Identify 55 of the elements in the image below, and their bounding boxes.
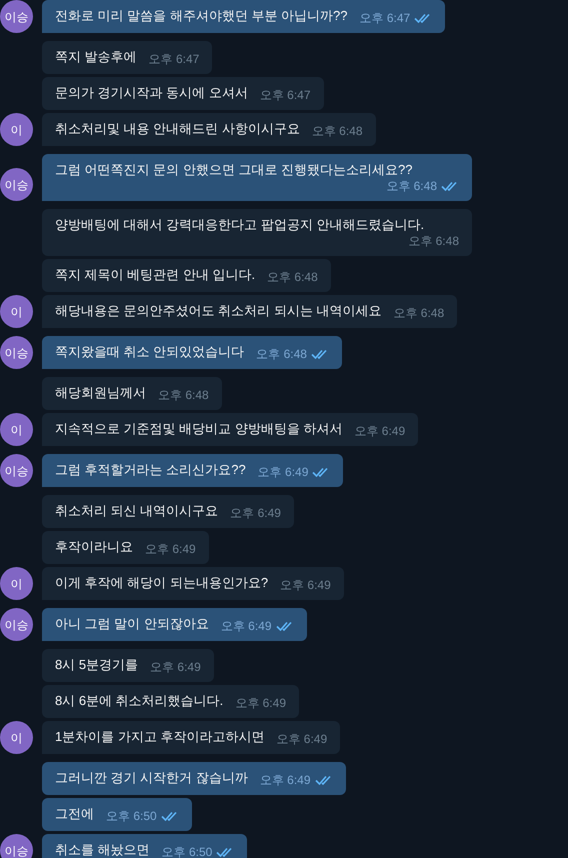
message-text: 아니 그럼 말이 안되잖아요 [55,615,209,633]
avatar[interactable]: 이 [0,295,33,328]
message-time: 오후 6:49 [276,732,328,746]
message-text: 취소를 해놨으면 [55,841,150,858]
message-text: 그러니깐 경기 시작한거 잖습니까 [55,769,248,787]
message-time: 오후 6:49 [150,660,201,674]
message-time: 오후 6:50 [106,809,157,823]
message-time: 오후 6:48 [408,234,459,248]
message-time: 오후 6:49 [258,465,308,479]
message-time: 오후 6:48 [386,179,437,193]
message-text: 문의가 경기시작과 동시에 오셔서 [55,84,248,102]
message-text: 후작이라니요 [55,538,133,556]
message-time: 오후 6:48 [312,124,363,138]
message-time: 오후 6:48 [267,270,318,284]
message-time: 오후 6:49 [230,506,281,520]
message-time: 오후 6:50 [162,845,212,858]
message-time: 오후 6:49 [354,424,406,438]
avatar[interactable]: 이 [0,113,33,146]
message-time: 오후 6:47 [360,11,410,25]
avatar[interactable]: 이 [0,567,33,600]
message-text: 양방배팅에 대해서 강력대응한다고 팝업공지 안내해드렸습니다. [55,216,424,234]
message-text: 취소처리 되신 내역이시구요 [55,502,218,520]
message-text: 해당내용은 문의안주셨어도 취소처리 되시는 내역이세요 [55,302,382,320]
avatar[interactable]: 이승 [0,608,33,641]
message-text: 그럼 후적할거라는 소리신가요?? [55,461,246,479]
avatar[interactable]: 이 [0,721,33,754]
message-time: 오후 6:48 [393,306,444,320]
avatar[interactable]: 이승 [0,0,33,33]
message-time: 오후 6:49 [260,773,311,787]
message-text: 지속적으로 기준점및 배당비교 양방배팅을 하셔서 [55,420,342,438]
message-text: 쪽지 제목이 베팅관련 안내 입니다. [55,266,256,284]
message-time: 오후 6:49 [235,696,286,710]
message-text: 취소처리및 내용 안내해드린 사항이시구요 [55,120,300,138]
message-text: 쪽지 발송후에 [55,48,137,66]
message-time: 오후 6:49 [145,542,196,556]
message-text: 해당회원님께서 [55,384,146,402]
message-text: 이게 후작에 해당이 되는내용인가요? [55,574,268,592]
message-text: 쪽지왔을때 취소 안되있었습니다 [55,343,244,361]
avatar[interactable]: 이승 [0,834,33,858]
avatar[interactable]: 이승 [0,336,33,369]
message-time: 오후 6:47 [148,52,200,66]
message-time: 오후 6:48 [158,388,209,402]
message-text: 그전에 [55,805,94,823]
avatar[interactable]: 이 [0,413,33,446]
message-text: 1분차이를 가지고 후작이라고하시면 [55,728,264,746]
message-text: 그럼 어떤쪽진지 문의 안했으면 그대로 진행됐다는소리세요?? [55,161,413,179]
avatar[interactable]: 이승 [0,168,33,201]
message-text: 8시 6분에 취소처리했습니다. [55,692,224,710]
message-time: 오후 6:49 [280,578,331,592]
avatar[interactable]: 이승 [0,454,33,487]
message-text: 8시 5분경기를 [55,656,138,674]
message-time: 오후 6:47 [260,88,311,102]
message-time: 오후 6:49 [220,619,272,633]
message-time: 오후 6:48 [256,347,307,361]
message-text: 전화로 미리 말씀을 해주셔야했던 부분 아닙니까?? [55,7,348,25]
